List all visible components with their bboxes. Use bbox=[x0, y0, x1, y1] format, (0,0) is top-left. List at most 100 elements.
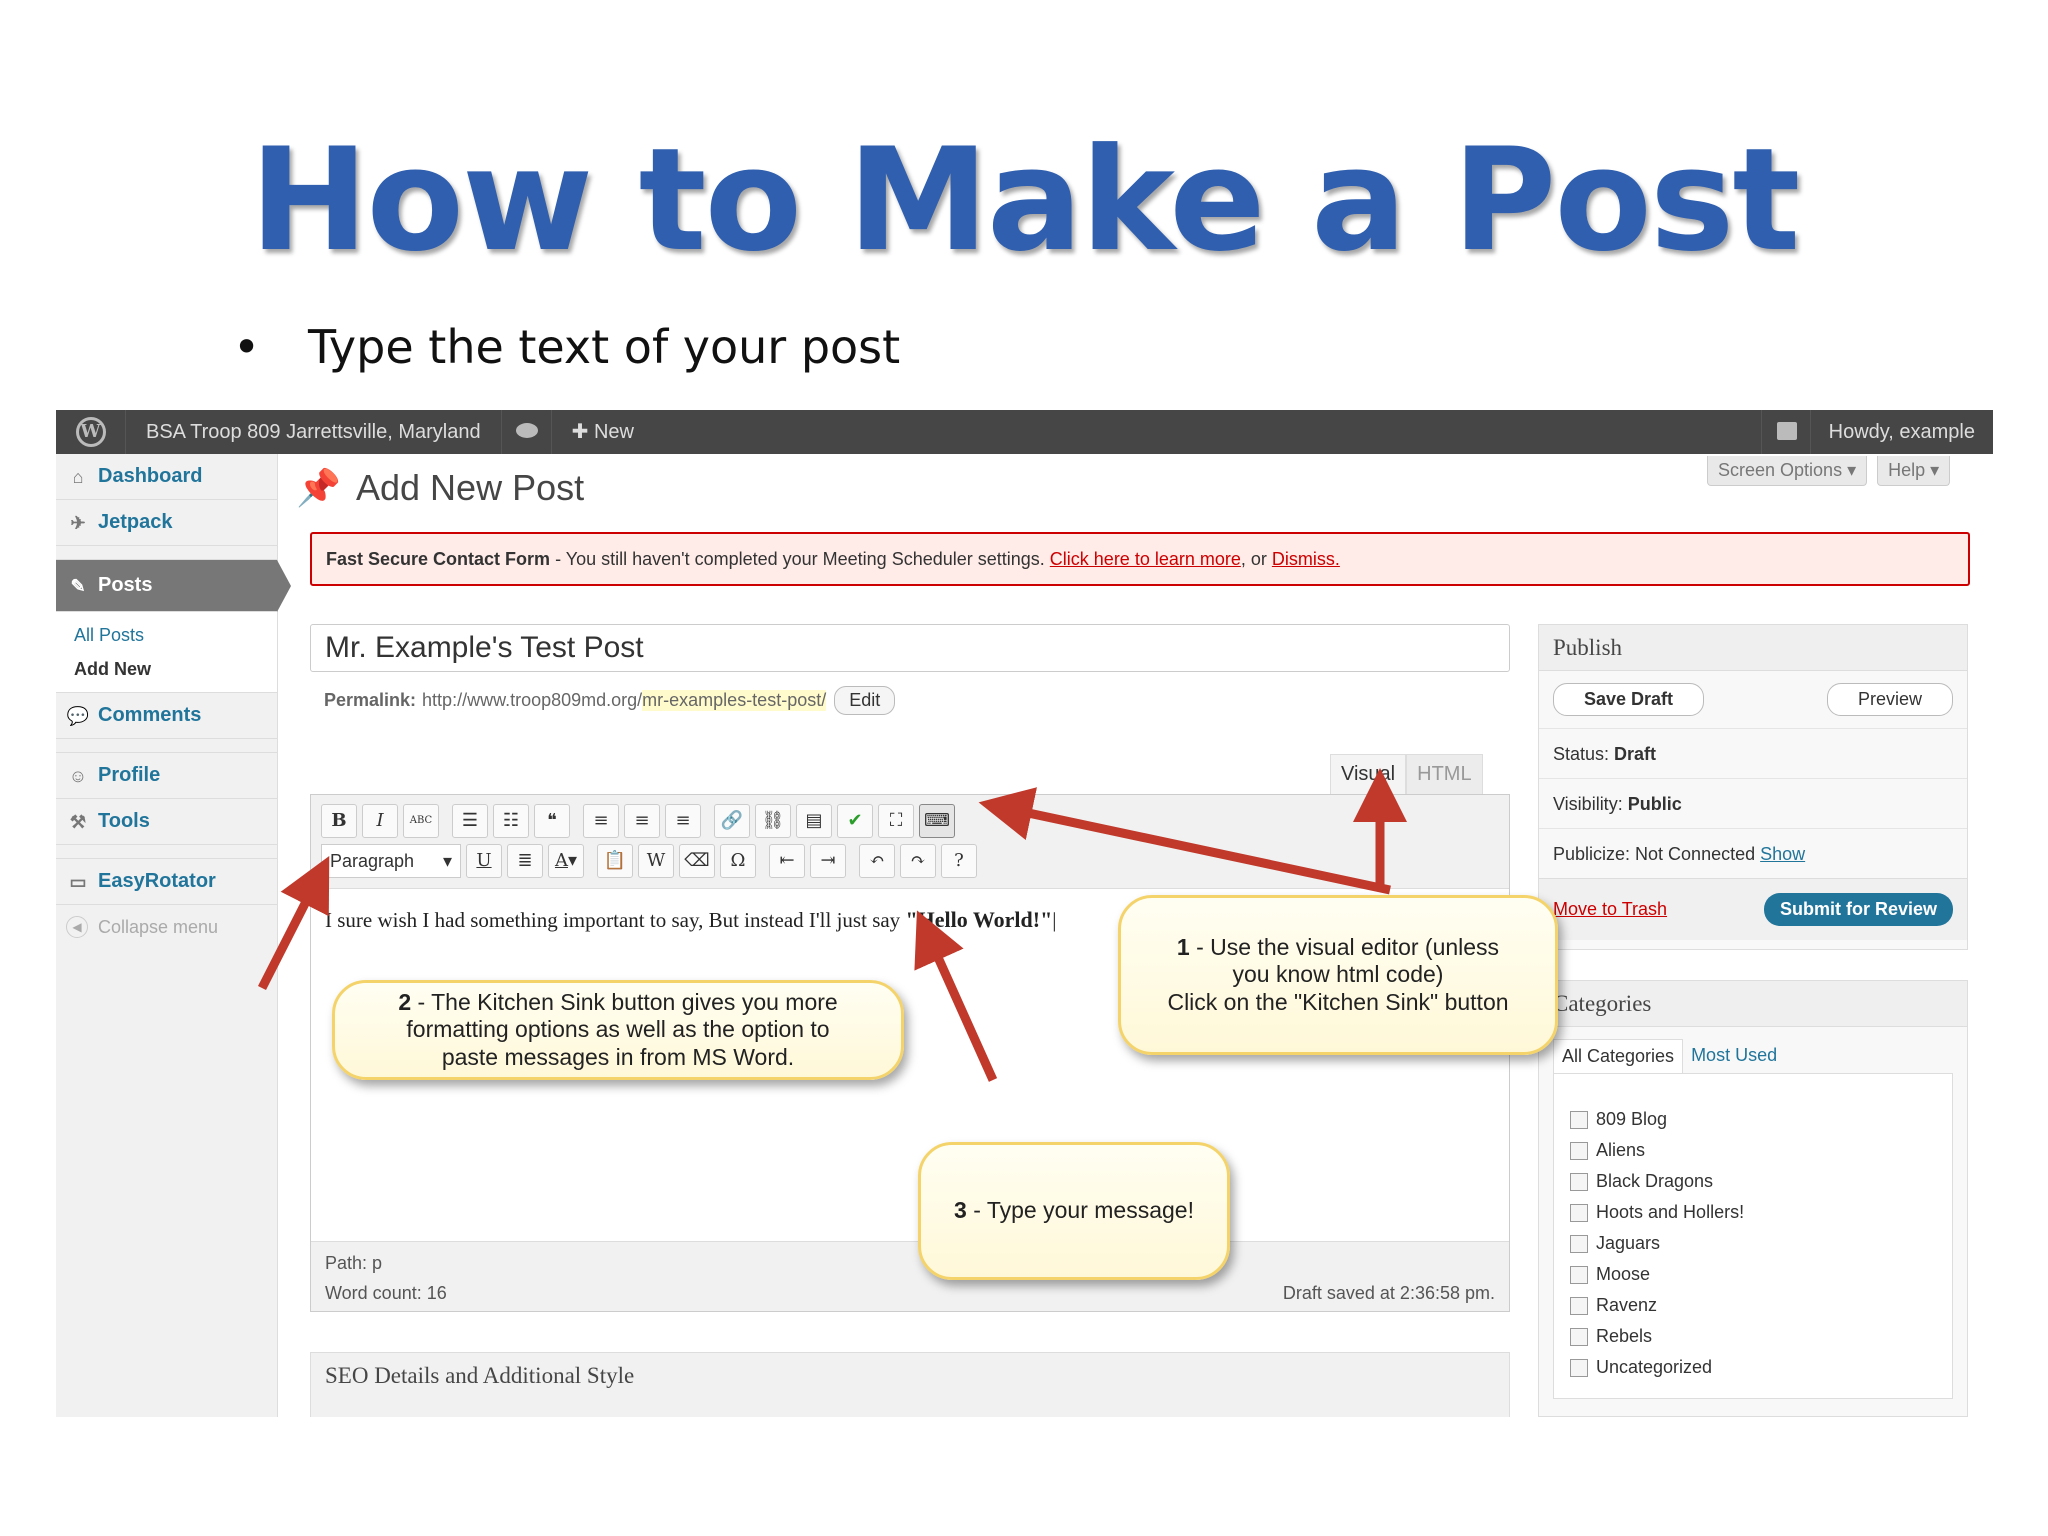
kitchen-sink-icon[interactable]: ⌨ bbox=[919, 804, 955, 838]
tools-icon: ⚒ bbox=[69, 811, 87, 832]
jetpack-icon: ✈ bbox=[70, 512, 86, 533]
dismiss-link[interactable]: Dismiss. bbox=[1272, 549, 1340, 569]
paste-text-icon[interactable]: 📋 bbox=[597, 844, 633, 878]
sidebar-item-comments[interactable]: 💬 Comments bbox=[56, 693, 277, 739]
howdy-user-menu[interactable]: Howdy, example bbox=[1811, 410, 1993, 454]
spellcheck-icon[interactable]: ✔ bbox=[837, 804, 873, 838]
strikethrough-icon[interactable]: ABC bbox=[403, 804, 439, 838]
callout-type-message: 3 - Type your message! bbox=[918, 1142, 1230, 1280]
justify-icon[interactable]: ≣ bbox=[507, 844, 543, 878]
screen-options-button[interactable]: Screen Options ▾ bbox=[1707, 456, 1868, 486]
indent-icon[interactable]: ⇥ bbox=[810, 844, 846, 878]
publicize-show-link[interactable]: Show bbox=[1760, 844, 1805, 864]
category-checkbox[interactable] bbox=[1570, 1234, 1588, 1253]
sidebar-item-posts[interactable]: ✎ Posts bbox=[56, 560, 291, 612]
category-checkbox[interactable] bbox=[1570, 1296, 1588, 1315]
align-right-icon[interactable]: ≡ bbox=[665, 804, 701, 838]
format-select-value: Paragraph bbox=[330, 851, 415, 871]
bullet-list-icon[interactable]: ☰ bbox=[452, 804, 488, 838]
category-checkbox[interactable] bbox=[1570, 1110, 1588, 1129]
text-cursor: | bbox=[1052, 908, 1057, 932]
category-item[interactable]: Uncategorized bbox=[1570, 1352, 1936, 1383]
category-item[interactable]: Ravenz bbox=[1570, 1290, 1936, 1321]
sidebar-item-profile[interactable]: ☺ Profile bbox=[56, 753, 277, 799]
clear-formatting-icon[interactable]: ⌫ bbox=[679, 844, 715, 878]
category-item[interactable]: Aliens bbox=[1570, 1135, 1936, 1166]
path-value: p bbox=[372, 1253, 383, 1273]
more-tag-icon[interactable]: ▤ bbox=[796, 804, 832, 838]
permalink-slug[interactable]: mr-examples-test-post/ bbox=[642, 690, 827, 711]
category-checkbox[interactable] bbox=[1570, 1265, 1588, 1284]
help-icon[interactable]: ? bbox=[941, 844, 977, 878]
link-icon[interactable]: 🔗 bbox=[714, 804, 750, 838]
editor-status-bar: Path: p Word count: 16 Draft saved at 2:3… bbox=[311, 1241, 1509, 1311]
fullscreen-icon[interactable]: ⛶ bbox=[878, 804, 914, 838]
numbered-list-icon[interactable]: ☷ bbox=[493, 804, 529, 838]
edit-permalink-button[interactable]: Edit bbox=[834, 686, 896, 715]
text-color-icon[interactable]: A▾ bbox=[548, 844, 584, 878]
sidebar-item-jetpack[interactable]: ✈ Jetpack bbox=[56, 500, 277, 546]
categories-box-title: Categories bbox=[1539, 981, 1967, 1027]
outdent-icon[interactable]: ⇤ bbox=[769, 844, 805, 878]
move-to-trash-link[interactable]: Move to Trash bbox=[1553, 899, 1667, 920]
sidebar-item-dashboard[interactable]: ⌂ Dashboard bbox=[56, 454, 277, 500]
category-label: Ravenz bbox=[1596, 1295, 1658, 1315]
italic-icon[interactable]: I bbox=[362, 804, 398, 838]
category-item[interactable]: Jaguars bbox=[1570, 1228, 1936, 1259]
category-item[interactable]: Moose bbox=[1570, 1259, 1936, 1290]
tab-visual[interactable]: Visual bbox=[1330, 754, 1407, 794]
submenu-add-new[interactable]: Add New bbox=[74, 652, 277, 686]
format-select[interactable]: Paragraph ▾ bbox=[321, 844, 461, 878]
new-content-button[interactable]: ✚ New bbox=[552, 410, 654, 454]
plus-icon: ✚ bbox=[571, 421, 594, 443]
paste-word-icon[interactable]: W bbox=[638, 844, 674, 878]
seo-details-box[interactable]: SEO Details and Additional Style bbox=[310, 1352, 1510, 1417]
slideshow-icon: ▭ bbox=[69, 871, 87, 892]
special-character-icon[interactable]: Ω bbox=[720, 844, 756, 878]
preview-button[interactable]: Preview bbox=[1826, 683, 1953, 716]
category-label: Jaguars bbox=[1596, 1233, 1661, 1253]
submenu-all-posts[interactable]: All Posts bbox=[74, 618, 277, 652]
sidebar-item-easyrotator[interactable]: ▭ EasyRotator bbox=[56, 859, 277, 905]
permalink-base: http://www.troop809md.org/ bbox=[422, 690, 643, 710]
sidebar-item-tools[interactable]: ⚒ Tools bbox=[56, 799, 277, 845]
underline-icon[interactable]: U bbox=[466, 844, 502, 878]
sidebar-item-label: Profile bbox=[98, 764, 161, 786]
redo-icon[interactable]: ↷ bbox=[900, 844, 936, 878]
help-button[interactable]: Help ▾ bbox=[1877, 456, 1951, 486]
learn-more-link[interactable]: Click here to learn more bbox=[1050, 549, 1241, 569]
category-item[interactable]: 809 Blog bbox=[1570, 1104, 1936, 1135]
save-draft-button[interactable]: Save Draft bbox=[1553, 683, 1705, 716]
category-checkbox[interactable] bbox=[1570, 1203, 1588, 1222]
notifications-icon[interactable] bbox=[1760, 410, 1811, 454]
category-checkbox[interactable] bbox=[1570, 1172, 1588, 1191]
undo-icon[interactable]: ↶ bbox=[859, 844, 895, 878]
wordpress-logo-icon[interactable]: W bbox=[56, 410, 126, 454]
blockquote-icon[interactable]: ❝ bbox=[534, 804, 570, 838]
visibility-label: Visibility: bbox=[1553, 794, 1628, 814]
posts-submenu: All Posts Add New bbox=[56, 612, 277, 693]
tab-html[interactable]: HTML bbox=[1406, 754, 1483, 794]
site-name-link[interactable]: BSA Troop 809 Jarrettsville, Maryland bbox=[126, 410, 502, 454]
submit-for-review-button[interactable]: Submit for Review bbox=[1763, 893, 1953, 926]
align-left-icon[interactable]: ≡ bbox=[583, 804, 619, 838]
collapse-menu-button[interactable]: ◀ Collapse menu bbox=[56, 905, 277, 949]
content-bold-text: "Hello World!" bbox=[905, 907, 1053, 932]
unlink-icon[interactable]: ⛓ bbox=[755, 804, 791, 838]
comments-bubble-icon[interactable] bbox=[502, 410, 552, 454]
sidebar-item-label: Comments bbox=[98, 704, 202, 726]
notice-message: - You still haven't completed your Meeti… bbox=[550, 549, 1050, 569]
align-center-icon[interactable]: ≡ bbox=[624, 804, 660, 838]
bold-icon[interactable]: B bbox=[321, 804, 357, 838]
sidebar-item-label: EasyRotator bbox=[98, 870, 216, 892]
category-checkbox[interactable] bbox=[1570, 1358, 1588, 1377]
category-checkbox[interactable] bbox=[1570, 1141, 1588, 1160]
category-item[interactable]: Rebels bbox=[1570, 1321, 1936, 1352]
category-checkbox[interactable] bbox=[1570, 1327, 1588, 1346]
error-notice: Fast Secure Contact Form - You still hav… bbox=[310, 532, 1970, 586]
tab-most-used[interactable]: Most Used bbox=[1683, 1039, 1785, 1073]
tab-all-categories[interactable]: All Categories bbox=[1553, 1039, 1684, 1073]
post-title-input[interactable]: Mr. Example's Test Post bbox=[310, 624, 1510, 672]
category-item[interactable]: Black Dragons bbox=[1570, 1166, 1936, 1197]
category-item[interactable]: Hoots and Hollers! bbox=[1570, 1197, 1936, 1228]
